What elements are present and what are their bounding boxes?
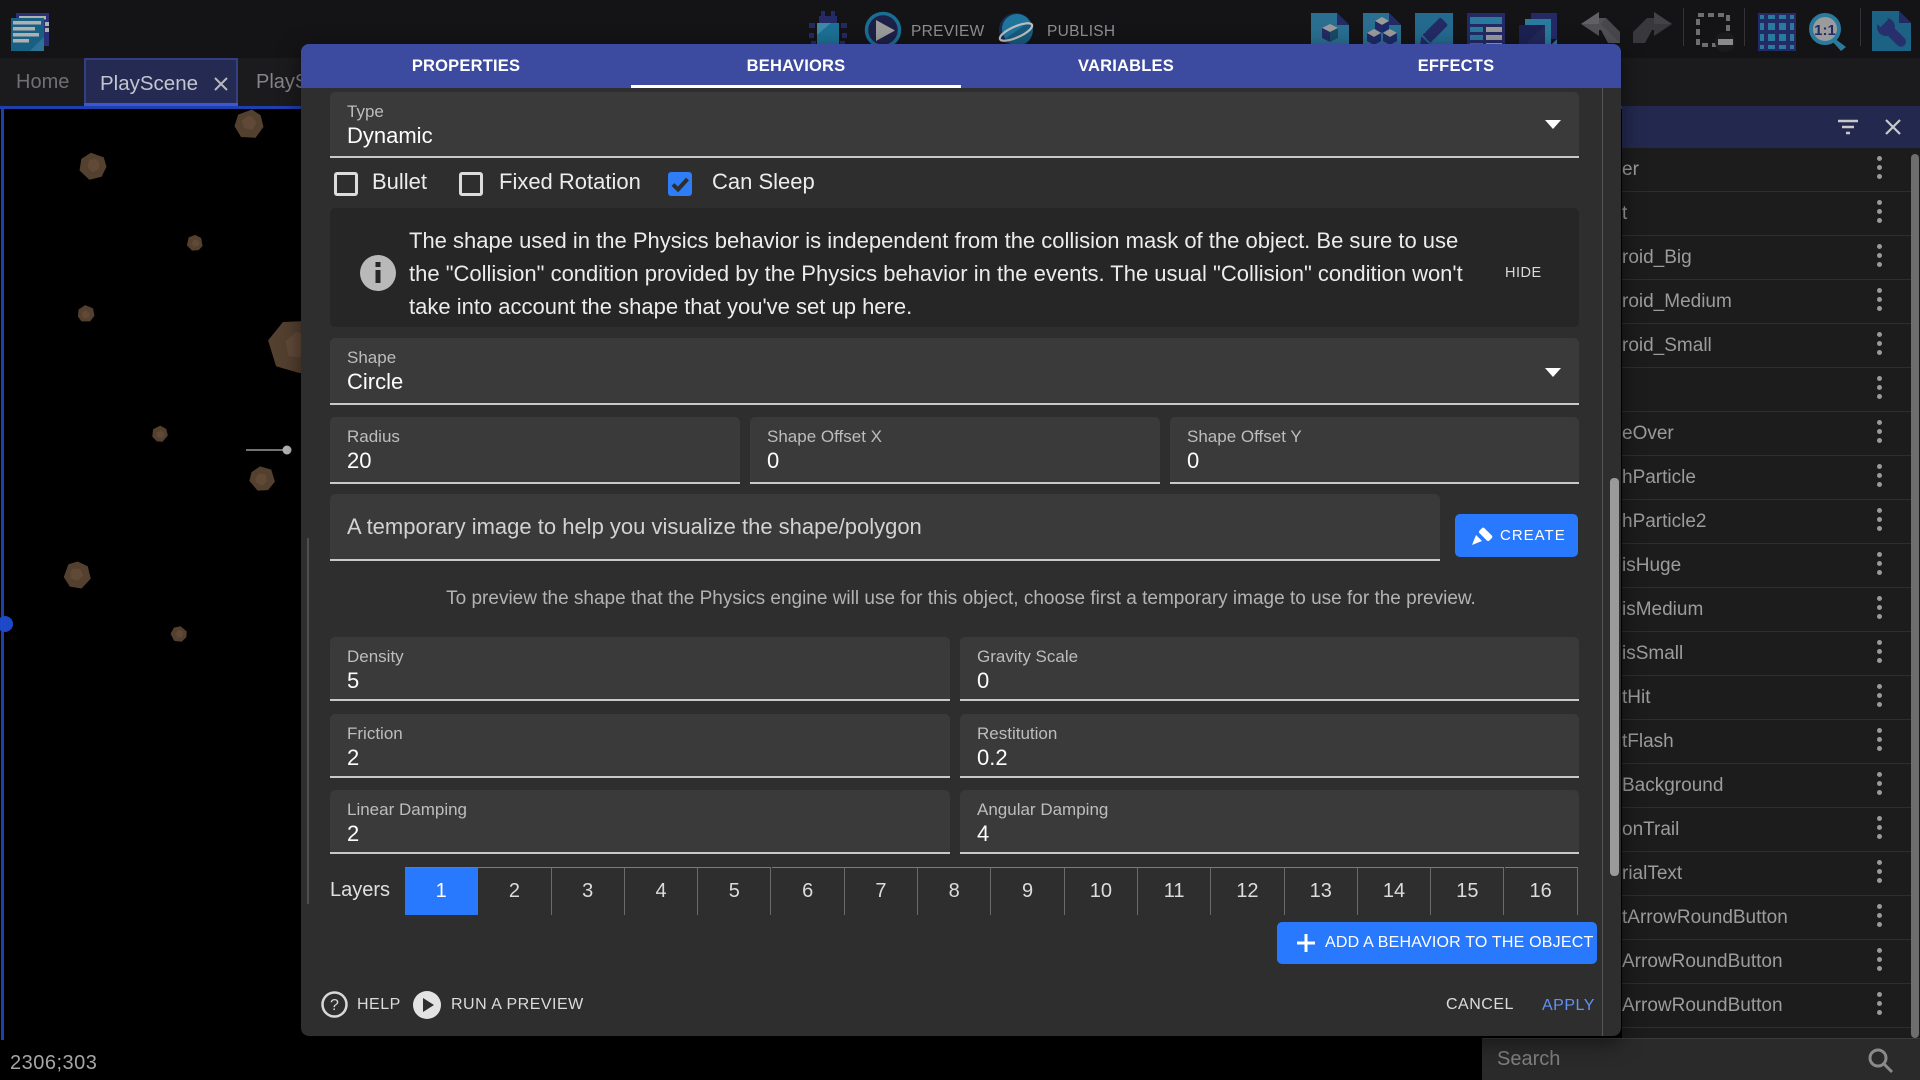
- svg-text:1:1: 1:1: [1814, 22, 1836, 39]
- svg-text:?: ?: [330, 997, 339, 1014]
- svg-text:PUBLISH: PUBLISH: [1047, 23, 1115, 40]
- svg-text:PREVIEW: PREVIEW: [911, 23, 985, 40]
